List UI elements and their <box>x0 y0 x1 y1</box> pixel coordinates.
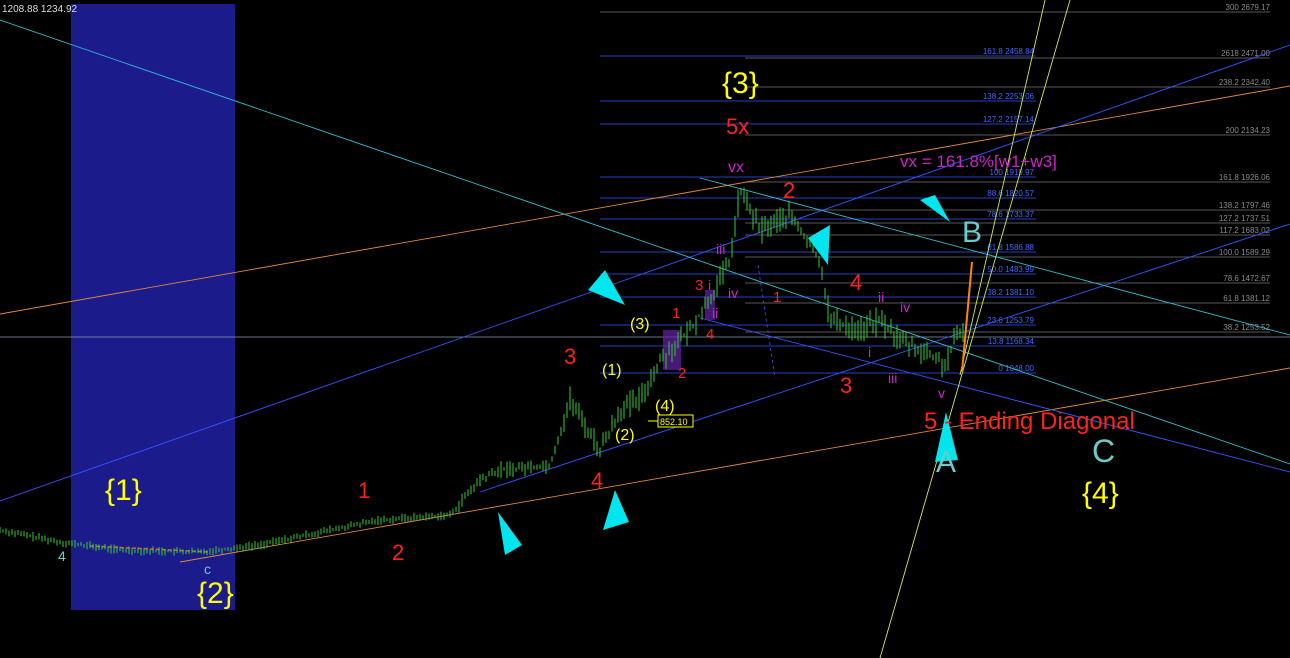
label-wave-1: {1} <box>105 474 142 507</box>
fib-right-label: 238.2 2342.40 <box>1219 78 1271 87</box>
label-wave-2: {2} <box>197 577 234 610</box>
fib-mid-label: 61.8 1586.88 <box>987 243 1034 252</box>
label-small-4: 4 <box>58 548 66 564</box>
red-label-r3c: 3 <box>840 373 852 398</box>
orange-channel-lower <box>179 367 1290 563</box>
cyan-arrow-wave4-base <box>498 512 522 555</box>
fib-mid-label: 38.2 1381.10 <box>987 288 1034 297</box>
elliott-wave-chart: 161.8 2458.84 138.2 2253.06 127.2 2157.14 1… <box>0 0 1290 658</box>
fib-right-label: 161.8 1926.06 <box>1219 173 1271 182</box>
red-label-r3: 3 <box>564 344 576 369</box>
red-label-r4c: 4 <box>850 270 862 295</box>
red-label-r2b: 2 <box>678 365 686 382</box>
price-readout: 1208.88 1234.92 <box>2 4 78 15</box>
magenta-label-m_iv2: iv <box>900 299 910 315</box>
fib-right-label: 127.2 1737.51 <box>1219 214 1271 223</box>
label-inner-2: (2) <box>615 427 635 444</box>
fib-right-label: 200 2134.23 <box>1226 126 1271 135</box>
red-label-r1: 1 <box>358 478 370 503</box>
label-5x: 5x <box>726 114 749 139</box>
red-label-r4b: 4 <box>706 326 714 343</box>
magenta-label-m_i1: i <box>708 277 711 293</box>
magenta-label-m_ii2: ii <box>878 289 884 305</box>
magenta-label-m_i2: i <box>868 344 871 360</box>
red-label-r2: 2 <box>392 540 404 565</box>
label-small-c: c <box>204 561 211 577</box>
fib-right-label: 300 2679.17 <box>1226 3 1271 12</box>
magenta-label-m_iii2: iii <box>888 370 897 386</box>
fib-mid-label: 138.2 2253.06 <box>983 92 1035 101</box>
label-wave-4: {4} <box>1082 477 1119 510</box>
label-wave-3: {3} <box>722 67 759 100</box>
label-inner-1: (1) <box>602 362 622 379</box>
magenta-label-m_iv1: iv <box>728 285 738 301</box>
fib-mid-label: 13.8 1168.34 <box>988 337 1035 346</box>
fib-right-label: 100.0 1589.29 <box>1219 248 1271 257</box>
red-label-r1c: 1 <box>773 289 781 306</box>
red-label-r4: 4 <box>591 468 603 493</box>
fib-mid-label: 23.6 1253.79 <box>987 316 1034 325</box>
fib-right-label: 138.2 1797.46 <box>1219 201 1271 210</box>
fib-mid-label: 78.6 1733.37 <box>987 210 1034 219</box>
fib-mid-label: 88.6 1820.57 <box>987 189 1034 198</box>
red-label-r2c: 2 <box>783 178 795 203</box>
red-label-r3b: 3 <box>695 277 703 294</box>
magenta-label-m_iii1: iii <box>716 241 725 257</box>
fib-right-label: 61.8 1381.12 <box>1223 294 1270 303</box>
cyan-arrow-up-4 <box>603 490 629 530</box>
label-ending-diagonal: 5 - Ending Diagonal <box>924 408 1135 435</box>
magenta-label-m_ii1: ii <box>712 305 718 321</box>
wave-2-highlight-box <box>71 4 235 610</box>
yellow-fan-line-1 <box>879 0 1071 658</box>
fib-right-label: 78.6 1472.67 <box>1223 274 1270 283</box>
label-vx: vx <box>728 159 744 176</box>
fib-mid-label: 50.0 1483.99 <box>987 265 1034 274</box>
fib-mid-label: 161.8 2458.84 <box>983 47 1035 56</box>
label-inner-3: (3) <box>630 316 650 333</box>
red-label-r1b: 1 <box>672 305 680 322</box>
label-a: A <box>936 446 956 479</box>
label-vx-formula: vx = 161.8%[w1+w3] <box>900 152 1057 171</box>
label-inner-4: (4) <box>655 398 675 415</box>
cyan-arrow-b <box>920 195 950 222</box>
price-tag-text: 852.10 <box>660 417 688 427</box>
fib-mid-label: 127.2 2157.14 <box>983 115 1035 124</box>
cyan-arrow-left <box>588 270 625 305</box>
magenta-label-m_v2: v <box>938 385 945 401</box>
label-b: B <box>962 216 982 249</box>
blue-channel-lower <box>479 223 1290 493</box>
fib-right-label: 2618 2471.00 <box>1221 49 1270 58</box>
label-c: C <box>1092 433 1115 469</box>
fib-right-label: 117.2 1683.02 <box>1219 226 1270 235</box>
